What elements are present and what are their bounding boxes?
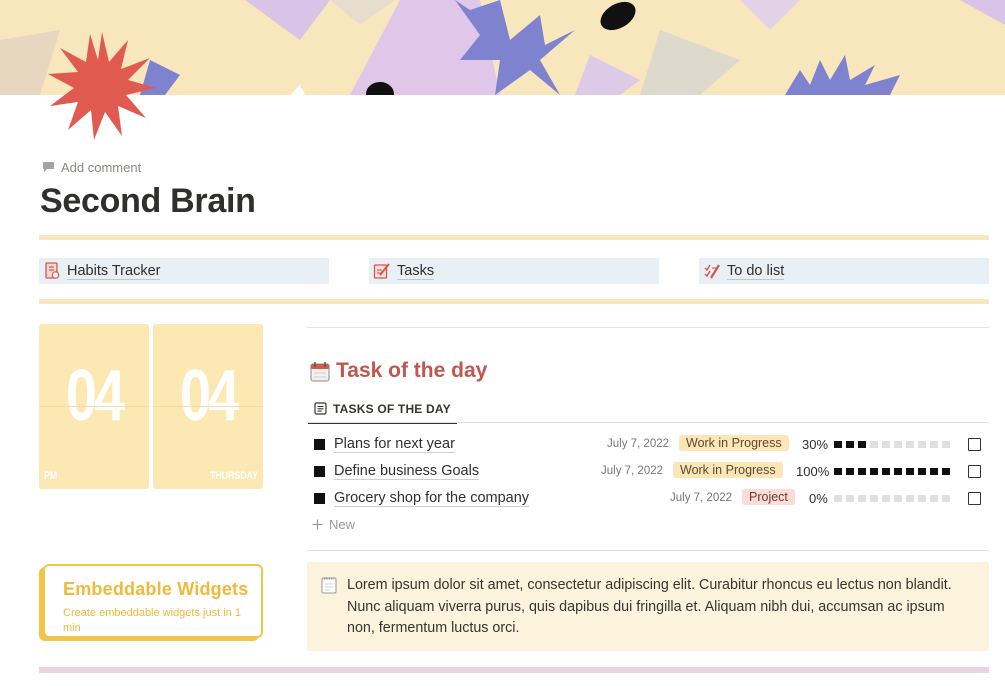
task-of-the-day-title: Task of the day [336,359,488,382]
progress-dot [918,441,926,448]
task-title[interactable]: Grocery shop for the company [334,490,530,507]
progress-label: 30% [802,437,829,452]
square-bullet-icon [314,466,325,477]
link-tasks-label: Tasks [397,262,435,280]
task-date: July 7, 2022 [601,465,664,477]
ledger-icon [45,262,60,279]
clock-hour-card: 04 PM [39,324,149,489]
progress-dot [894,441,902,448]
progress-dot [870,468,878,475]
status-badge: Work in Progress [679,435,789,451]
callout-block[interactable]: Lorem ipsum dolor sit amet, consectetur … [307,562,989,651]
status-badge: Project [742,489,795,505]
progress-label: 0% [809,491,828,506]
clock-weekday: THURSDAY [209,470,258,482]
link-habits-tracker[interactable]: Habits Tracker [39,258,329,284]
page-title[interactable]: Second Brain [40,182,256,221]
link-to-do-list-label: To do list [727,262,785,280]
progress-dot [882,441,890,448]
list-view-icon [314,402,327,415]
pencil-checklist-icon [704,264,720,279]
progress-dot [894,468,902,475]
task-of-the-day-heading: Task of the day [310,359,487,383]
progress-dot [906,495,914,502]
divider-bar-top [39,235,989,240]
clock-split-line [153,406,263,407]
table-row[interactable]: Grocery shop for the company July 7, 202… [307,485,989,512]
clock-hour: 04 [65,356,125,436]
new-row-label: New [329,517,356,532]
progress-label: 100% [796,464,830,479]
progress-dot [858,441,866,448]
progress-dot [942,441,950,448]
progress-dot [918,495,926,502]
progress-dot [906,468,914,475]
progress-dot [870,441,878,448]
done-checkbox[interactable] [968,465,981,478]
progress-dot [918,468,926,475]
tab-underline [307,422,989,423]
progress-dot [846,441,854,448]
progress-dot [942,495,950,502]
progress-dot [858,468,866,475]
plus-icon [312,519,323,530]
new-row-button[interactable]: New [312,517,355,532]
progress-dot [846,495,854,502]
table-row[interactable]: Define business Goals July 7, 2022 Work … [307,458,989,485]
progress-dot [834,441,842,448]
progress-dot [930,495,938,502]
link-habits-tracker-label: Habits Tracker [67,262,161,280]
progress-dots [834,495,950,502]
tab-label: TASKS OF THE DAY [333,401,451,416]
starburst-icon[interactable] [46,30,158,142]
clock-period: PM [44,470,58,482]
task-date: July 7, 2022 [607,438,670,450]
divider-bar-pink [39,667,989,673]
link-tasks[interactable]: Tasks [369,258,659,284]
progress-dots [834,441,950,448]
done-checkbox[interactable] [968,438,981,451]
tab-tasks-of-the-day[interactable]: TASKS OF THE DAY [308,395,457,424]
task-title[interactable]: Plans for next year [334,436,455,453]
clock-minute: 04 [179,356,239,436]
table-row[interactable]: Plans for next year July 7, 2022 Work in… [307,431,989,458]
progress-dot [894,495,902,502]
comment-icon [43,162,54,172]
clock-minute-card: 04 THURSDAY [153,324,263,489]
status-badge: Work in Progress [673,462,783,478]
note-pencil-icon [373,263,390,279]
link-to-do-list[interactable]: To do list [699,258,989,284]
add-comment-button[interactable]: Add comment [42,158,141,176]
progress-dot [882,468,890,475]
add-comment-label: Add comment [61,159,142,175]
progress-dot [846,468,854,475]
done-checkbox[interactable] [968,492,981,505]
progress-dot [834,495,842,502]
progress-dot [930,468,938,475]
progress-dot [930,441,938,448]
embeddable-widgets-card[interactable]: Embeddable Widgets Create embeddable wid… [43,564,263,638]
progress-dot [858,495,866,502]
widget-subtitle: Create embeddable widgets just in 1 min [63,607,241,634]
task-date: July 7, 2022 [670,492,733,504]
progress-dot [906,441,914,448]
divider-bar-bottom [39,299,989,304]
divider-line [307,550,989,551]
clock-split-line [39,406,149,407]
progress-dots [834,468,950,475]
progress-dot [834,468,842,475]
progress-dot [882,495,890,502]
callout-text: Lorem ipsum dolor sit amet, consectetur … [347,577,952,636]
progress-dot [870,495,878,502]
widget-title: Embeddable Widgets [63,579,249,599]
square-bullet-icon [314,439,325,450]
square-bullet-icon [314,493,325,504]
task-title[interactable]: Define business Goals [334,463,480,480]
progress-dot [942,468,950,475]
calendar-icon [310,361,330,381]
divider-line [307,327,989,328]
notepad-icon [321,577,337,594]
